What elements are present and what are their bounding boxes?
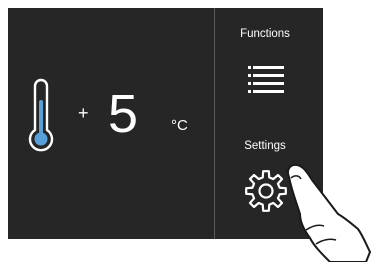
thermometer-icon [26,76,58,161]
functions-label: Functions [240,28,290,40]
settings-button[interactable]: Settings [215,123,323,239]
gear-icon [243,168,289,219]
temperature-value: 5 [108,84,139,144]
functions-button[interactable]: Functions [215,8,323,123]
list-icon [248,64,284,101]
temperature-sign: + [78,103,89,123]
temperature-unit: °C [171,117,188,134]
control-panel-stage: + 5 °C Functions Settings [0,0,379,262]
settings-label: Settings [244,140,286,152]
